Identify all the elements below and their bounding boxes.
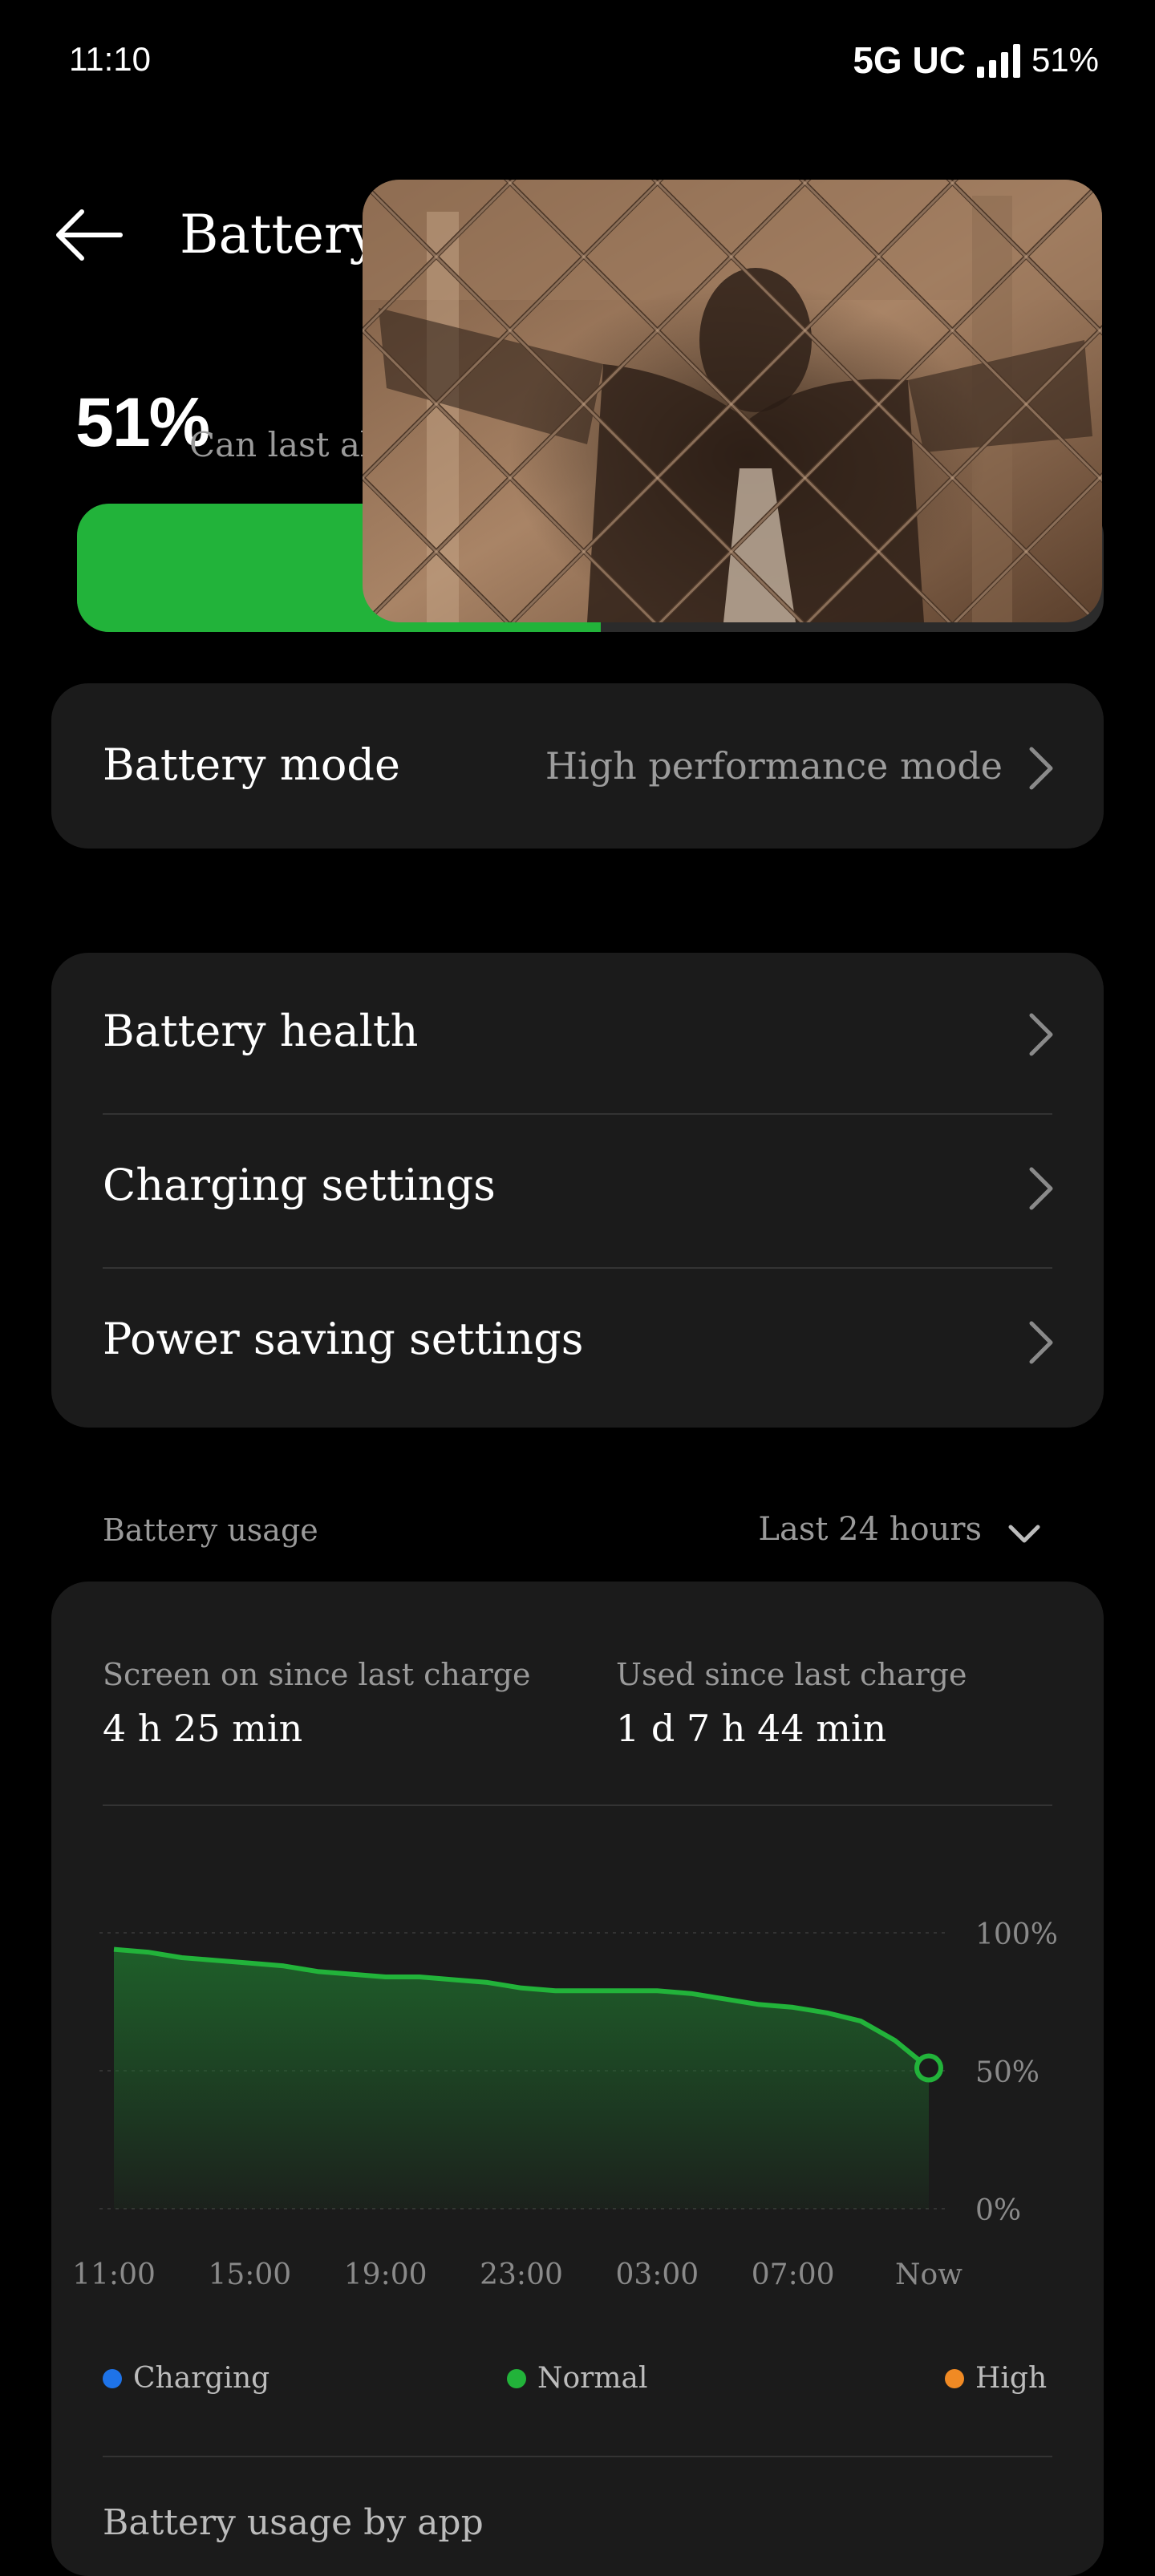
x-tick-label: 03:00: [615, 2258, 699, 2291]
chevron-down-icon[interactable]: [1007, 1524, 1041, 1545]
status-icons: 5G UC 51%: [853, 38, 1099, 82]
battery-mode-label: Battery mode: [103, 739, 400, 790]
x-tick-label: 07:00: [752, 2258, 835, 2291]
used-since-value: 1 d 7 h 44 min: [616, 1707, 887, 1750]
legend-label: Normal: [537, 2362, 648, 2395]
battery-usage-header: Battery usage Last 24 hours: [0, 1500, 1155, 1564]
arrow-left-icon: [56, 209, 123, 261]
x-tick-label: 15:00: [208, 2258, 291, 2291]
battery-mode-card: Battery mode High performance mode: [51, 683, 1104, 849]
charging-settings-label: Charging settings: [103, 1160, 496, 1210]
chevron-right-icon: [1029, 747, 1053, 790]
status-bar: 11:10 5G UC 51%: [0, 0, 1155, 120]
chevron-right-icon: [1029, 1321, 1053, 1364]
divider: [103, 2456, 1052, 2457]
page-title: Battery: [180, 204, 379, 265]
x-tick-label: 23:00: [480, 2258, 563, 2291]
x-tick-label: Now: [895, 2258, 962, 2291]
legend-label: High: [975, 2362, 1048, 2395]
chevron-right-icon: [1029, 1167, 1053, 1210]
legend-high: High: [945, 2362, 1047, 2395]
network-type: 5G UC: [853, 39, 966, 81]
screen-on-value: 4 h 25 min: [103, 1707, 303, 1750]
x-tick-label: 19:00: [344, 2258, 428, 2291]
status-time: 11:10: [69, 40, 151, 78]
range-selector[interactable]: Last 24 hours: [758, 1511, 982, 1548]
battery-mode-row[interactable]: Battery mode High performance mode: [51, 690, 1104, 842]
legend-normal: Normal: [507, 2362, 648, 2395]
y-tick-label: 100%: [975, 1918, 1058, 1951]
video-pip-icon: [363, 180, 1102, 622]
legend-dot-high: [945, 2368, 964, 2388]
screen-on-label: Screen on since last charge: [103, 1657, 531, 1692]
legend-charging: Charging: [103, 2362, 270, 2395]
battery-health-label: Battery health: [103, 1006, 419, 1056]
battery-mode-value: High performance mode: [545, 744, 1003, 788]
charging-settings-row[interactable]: Charging settings: [51, 1110, 1104, 1262]
y-tick-label: 50%: [975, 2056, 1040, 2089]
battery-usage-label: Battery usage: [103, 1513, 318, 1548]
chevron-right-icon: [1029, 1013, 1053, 1056]
legend-label: Charging: [133, 2362, 270, 2395]
x-tick-label: 11:00: [72, 2258, 156, 2291]
legend-dot-normal: [507, 2368, 526, 2388]
battery-usage-chart: 100% 50% 0% 11:00 15:00 19:00 23:00 03:00 07:00…: [72, 1918, 1058, 2291]
back-button[interactable]: [53, 207, 125, 263]
current-level-marker: [914, 2053, 943, 2083]
battery-health-row[interactable]: Battery health: [51, 956, 1104, 1108]
power-saving-settings-row[interactable]: Power saving settings: [51, 1264, 1104, 1416]
used-since-label: Used since last charge: [616, 1657, 967, 1692]
divider: [103, 1804, 1052, 1806]
signal-icon: [976, 43, 1020, 78]
battery-settings-card: Battery health Charging settings Power s…: [51, 953, 1104, 1428]
app-usage-title[interactable]: Battery usage by app: [103, 2502, 484, 2543]
pip-video-overlay[interactable]: [363, 180, 1102, 622]
legend-dot-charging: [103, 2368, 122, 2388]
y-tick-label: 0%: [975, 2194, 1021, 2227]
power-saving-settings-label: Power saving settings: [103, 1314, 584, 1364]
battery-percent-status: 51%: [1031, 41, 1099, 79]
